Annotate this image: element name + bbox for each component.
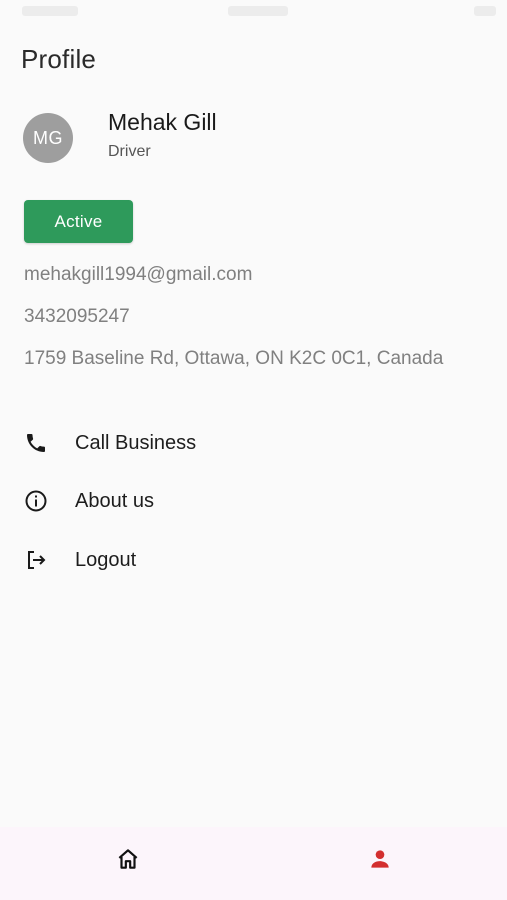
- avatar: MG: [23, 113, 73, 163]
- about-us-item[interactable]: About us: [22, 481, 482, 521]
- page-title: Profile: [21, 44, 97, 74]
- about-us-label: About us: [75, 489, 154, 512]
- address-text: 1759 Baseline Rd, Ottawa, ON K2C 0C1, Ca…: [24, 348, 444, 369]
- user-role: Driver: [108, 143, 151, 160]
- nav-profile[interactable]: [360, 841, 400, 881]
- bottom-nav: [0, 827, 507, 900]
- status-center: [228, 6, 288, 16]
- status-bar: [0, 0, 507, 26]
- nav-home[interactable]: [108, 841, 148, 881]
- call-business-label: Call Business: [75, 431, 197, 454]
- info-icon: [22, 487, 50, 515]
- email-text: mehakgill1994@gmail.com: [24, 264, 253, 285]
- status-time: [22, 6, 78, 16]
- battery-icon: [474, 6, 496, 16]
- phone-text: 3432095247: [24, 306, 130, 327]
- home-icon: [115, 846, 141, 877]
- logout-icon: [22, 546, 50, 574]
- phone-icon: [22, 429, 50, 457]
- logout-item[interactable]: Logout: [22, 540, 482, 580]
- person-icon: [367, 846, 393, 877]
- call-business-item[interactable]: Call Business: [22, 423, 482, 463]
- user-name: Mehak Gill: [108, 109, 217, 135]
- logout-label: Logout: [75, 548, 137, 571]
- status-badge: Active: [24, 200, 133, 243]
